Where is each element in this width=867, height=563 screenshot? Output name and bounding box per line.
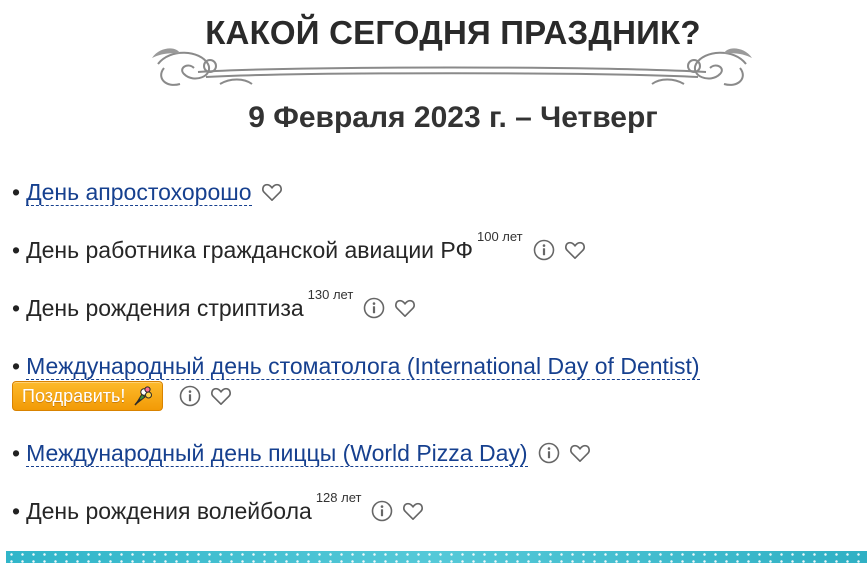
age-badge: 128 лет [315, 490, 362, 505]
holiday-link[interactable]: День апростохорошо [26, 179, 252, 206]
heart-icon[interactable] [261, 182, 283, 202]
snow-pattern [6, 551, 867, 563]
heart-icon[interactable] [402, 501, 424, 521]
info-icon[interactable] [179, 385, 201, 407]
heart-icon[interactable] [394, 298, 416, 318]
footer-decor-band [6, 551, 867, 563]
holiday-link[interactable]: Международный день стоматолога (Internat… [26, 353, 700, 380]
list-item: • День работника гражданской авиации РФ … [12, 229, 586, 265]
heart-icon[interactable] [564, 240, 586, 260]
bouquet-icon [132, 385, 154, 407]
bullet: • [12, 295, 21, 321]
list-item: • День рождения стриптиза 130 лет [12, 287, 416, 323]
bullet: • [12, 353, 21, 379]
bullet: • [12, 237, 21, 263]
list-item: • День апростохорошо [12, 177, 283, 207]
congratulate-button[interactable]: Поздравить! [12, 381, 164, 411]
info-icon[interactable] [533, 239, 555, 261]
age-badge: 130 лет [307, 287, 354, 302]
list-item-actions: Поздравить! [12, 381, 232, 411]
holiday-list: • День апростохорошо • День работника гр… [0, 0, 867, 563]
list-item: • Международный день пиццы (World Pizza … [12, 438, 591, 468]
holiday-label: День рождения стриптиза [26, 295, 304, 321]
list-item: • Международный день стоматолога (Intern… [12, 351, 700, 381]
heart-icon[interactable] [210, 386, 232, 406]
bullet: • [12, 179, 21, 205]
holiday-link[interactable]: Международный день пиццы (World Pizza Da… [26, 440, 528, 467]
heart-icon[interactable] [569, 443, 591, 463]
info-icon[interactable] [371, 500, 393, 522]
info-icon[interactable] [538, 442, 560, 464]
holiday-label: День рождения волейбола [26, 498, 312, 524]
bullet: • [12, 498, 21, 524]
congratulate-label: Поздравить! [22, 385, 126, 406]
list-item: • День рождения волейбола 128 лет [12, 490, 424, 526]
bullet: • [12, 440, 21, 466]
holiday-label: День работника гражданской авиации РФ [26, 237, 473, 263]
info-icon[interactable] [363, 297, 385, 319]
age-badge: 100 лет [476, 229, 523, 244]
